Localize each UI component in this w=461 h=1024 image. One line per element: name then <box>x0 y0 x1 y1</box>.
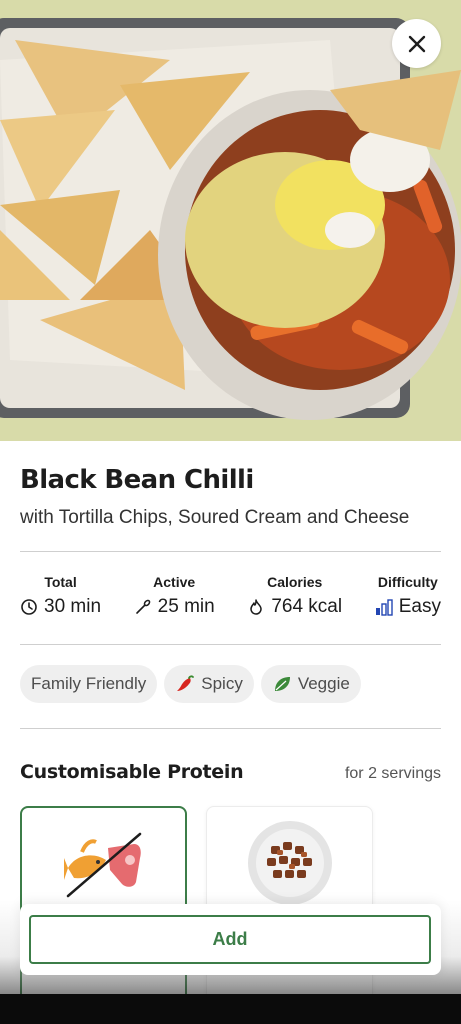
stat-calories: Calories 764 kcal <box>247 574 342 624</box>
flame-icon <box>250 599 263 615</box>
stat-label: Difficulty <box>377 574 438 590</box>
stat-label: Total <box>44 574 77 590</box>
divider <box>20 644 441 645</box>
stat-active: Active 25 min <box>134 574 215 624</box>
recipe-hero-image <box>0 0 461 441</box>
add-bar: Add <box>20 904 441 975</box>
add-button[interactable]: Add <box>29 915 431 964</box>
recipe-details: Black Bean Chilli with Tortilla Chips, S… <box>20 441 441 783</box>
meat-chunks-bowl-icon <box>248 821 332 905</box>
stat-difficulty: Difficulty Easy <box>375 574 441 624</box>
tag-spicy: Spicy <box>164 665 254 703</box>
system-navigation-bar <box>0 994 461 1024</box>
divider <box>20 728 441 729</box>
tag-label: Family Friendly <box>31 674 147 693</box>
clock-icon <box>21 599 37 615</box>
tag-label: Veggie <box>297 674 350 693</box>
chili-pepper-icon <box>177 675 195 691</box>
tag-veggie: Veggie <box>260 665 361 703</box>
recipe-subtitle: with Tortilla Chips, Soured Cream and Ch… <box>20 507 410 528</box>
recipe-title: Black Bean Chilli <box>20 465 254 495</box>
stat-value: Easy <box>398 596 441 617</box>
tag-family-friendly: Family Friendly <box>20 665 158 703</box>
stat-value: 764 kcal <box>271 596 343 617</box>
stat-value: 30 min <box>44 596 102 617</box>
servings-label: for 2 servings <box>344 765 441 782</box>
close-icon <box>408 35 425 52</box>
tag-label: Spicy <box>201 674 243 693</box>
protein-header: Customisable Protein for 2 servings <box>20 761 441 783</box>
recipe-stats: Total 30 min Active 25 min Calories 764 … <box>20 574 441 624</box>
leaf-icon <box>274 677 290 691</box>
utensil-icon <box>135 599 150 614</box>
stat-label: Active <box>153 574 196 590</box>
stat-total: Total 30 min <box>20 574 101 624</box>
stat-label: Calories <box>267 574 323 590</box>
recipe-tags: Family Friendly Spicy Veggie <box>20 665 441 703</box>
difficulty-bars-icon <box>375 599 393 616</box>
protein-title: Customisable Protein <box>20 761 244 783</box>
stat-value: 25 min <box>157 596 215 617</box>
no-meat-fish-icon <box>64 832 142 898</box>
close-button[interactable] <box>392 19 441 68</box>
divider <box>20 551 441 552</box>
